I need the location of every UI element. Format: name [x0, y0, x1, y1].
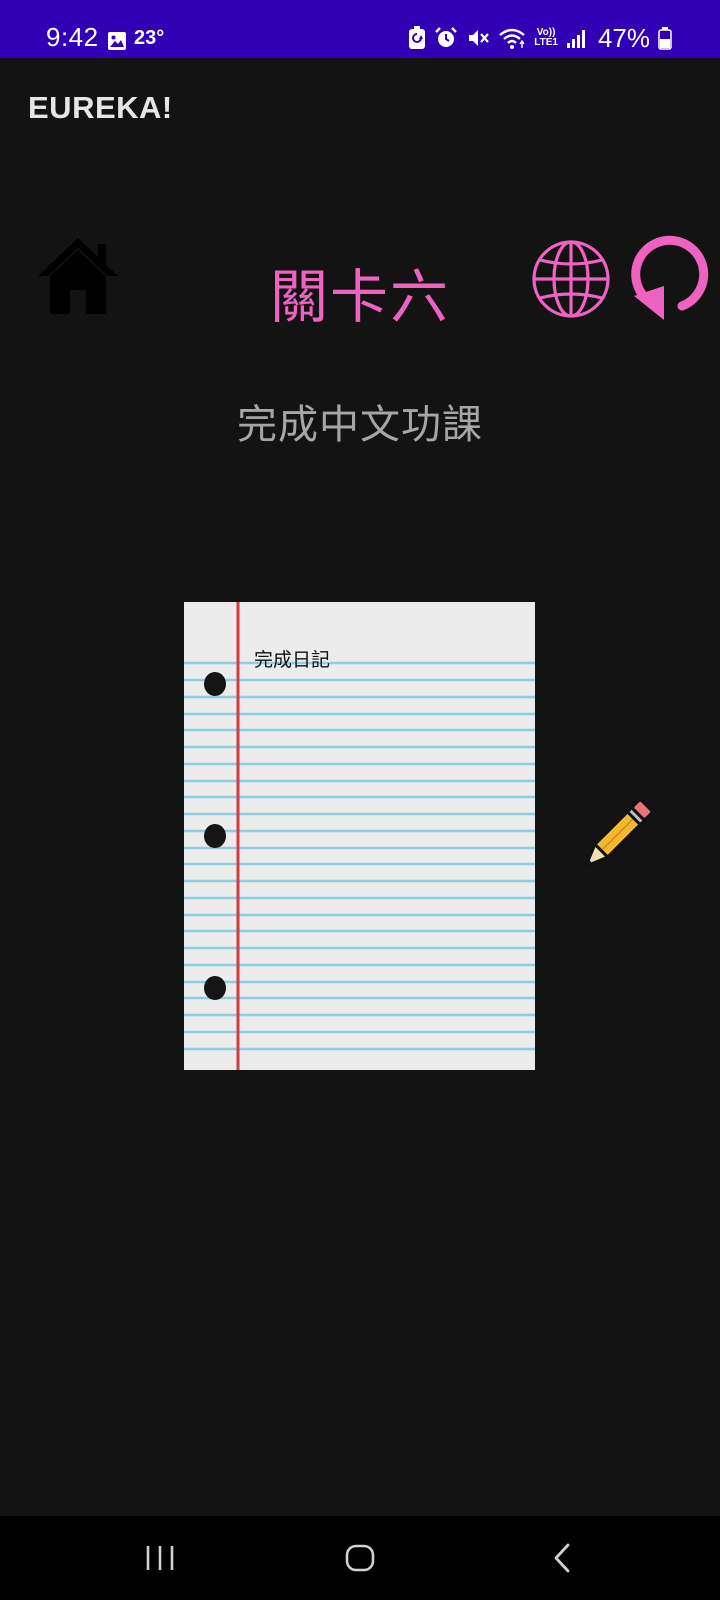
level-title: 關卡六	[269, 263, 450, 331]
home-nav-icon[interactable]	[334, 1530, 386, 1586]
home-button[interactable]	[36, 236, 120, 316]
battery-saver-icon	[409, 26, 426, 49]
home-icon	[38, 238, 118, 314]
wifi-icon	[499, 28, 526, 49]
status-temperature: 23°	[134, 27, 165, 49]
language-button[interactable]	[530, 238, 612, 320]
status-icons: Vo)) LTE1 47%	[408, 22, 672, 54]
lte-label: LTE1	[534, 37, 558, 48]
pencil-icon	[584, 798, 654, 868]
app-screen: 9:42 23° Vo)) LTE1 47% EUREKA! 關卡六 完成中文功…	[0, 0, 720, 1600]
alarm-icon	[435, 27, 458, 47]
back-icon[interactable]	[538, 1530, 586, 1586]
task-subtitle: 完成中文功課	[237, 402, 483, 448]
status-time: 9:42	[46, 22, 99, 52]
notebook-text: 完成日記	[254, 649, 331, 671]
notebook-paper[interactable]: 完成日記	[184, 602, 535, 1070]
recents-icon[interactable]	[138, 1530, 182, 1586]
navigation-bar	[0, 1516, 720, 1600]
pencil-button[interactable]	[566, 790, 662, 886]
battery-icon	[658, 27, 672, 50]
app-title: EUREKA!	[28, 90, 173, 125]
status-bar: 9:42 23° Vo)) LTE1 47%	[0, 0, 720, 58]
photo-icon	[108, 32, 126, 50]
mute-icon	[469, 30, 490, 46]
notebook-lines	[184, 602, 535, 1070]
restart-button[interactable]	[624, 234, 710, 324]
network-type-label: Vo)) LTE1	[534, 28, 558, 48]
globe-icon	[532, 240, 610, 318]
signal-icon	[566, 30, 585, 48]
restart-icon	[631, 235, 709, 320]
battery-percent: 47%	[597, 22, 650, 53]
